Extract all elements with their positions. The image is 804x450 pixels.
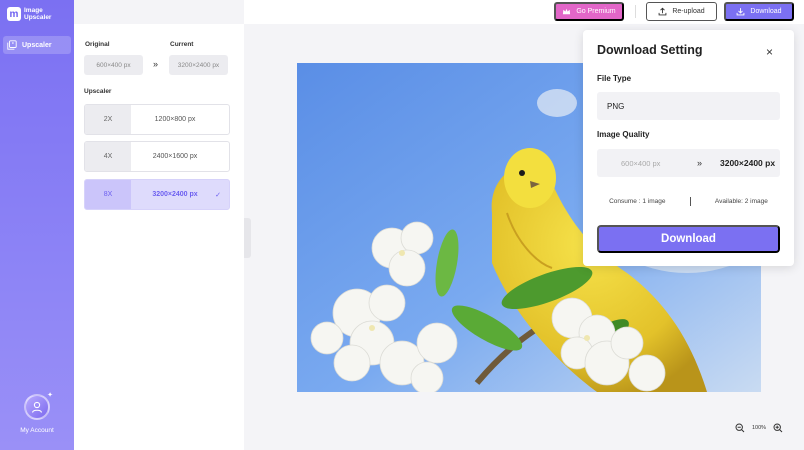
scale-option-2x[interactable]: 2X 1200×800 px <box>84 104 230 135</box>
toolbar-divider <box>635 5 636 18</box>
file-type-value: PNG <box>607 101 625 111</box>
upscale-settings-panel: Original Current 600×400 px » 3200×2400 … <box>74 24 244 450</box>
image-quality-field: 600×400 px » 3200×2400 px <box>597 149 780 177</box>
available-text: Available: 2 image <box>714 197 768 205</box>
zoom-level: 100% <box>752 425 767 431</box>
upload-icon <box>658 7 667 16</box>
app-name: Image Upscaler <box>24 7 58 21</box>
download-button[interactable]: Download <box>724 2 794 21</box>
scale-option-factor: 4X <box>85 142 131 171</box>
sidebar-item-label: Upscaler <box>22 41 52 49</box>
user-icon <box>31 401 43 413</box>
consume-text: Consume : 1 image <box>609 197 666 205</box>
download-icon <box>737 8 745 16</box>
arrows-icon: » <box>153 59 159 69</box>
sparkle-icon: ✦ <box>47 392 53 399</box>
check-icon: ✓ <box>215 191 221 199</box>
scale-option-factor: 8X <box>85 180 131 209</box>
scale-option-8x[interactable]: 8X 3200×2400 px ✓ <box>84 179 230 210</box>
current-label: Current <box>170 41 194 48</box>
brand[interactable]: m Image Upscaler <box>7 7 58 21</box>
scale-option-size: 2400×1600 px <box>152 153 198 160</box>
my-account[interactable]: ✦ My Account <box>0 392 74 434</box>
credit-divider <box>689 196 691 206</box>
crown-icon <box>563 8 571 15</box>
dialog-title: Download Setting <box>597 43 703 57</box>
my-account-label: My Account <box>20 427 54 434</box>
quality-to: 3200×2400 px <box>720 158 776 168</box>
close-icon[interactable]: × <box>766 46 773 58</box>
app-logo-icon: m <box>7 7 21 21</box>
go-premium-button[interactable]: Go Premium <box>554 2 624 21</box>
credit-usage: Consume : 1 image Available: 2 image <box>597 188 780 214</box>
zoom-in-icon[interactable] <box>773 423 783 433</box>
quality-from: 600×400 px <box>621 158 661 168</box>
download-label: Download <box>750 8 782 15</box>
scale-option-4x[interactable]: 4X 2400×1600 px <box>84 141 230 172</box>
panel-collapse-handle[interactable] <box>244 218 251 258</box>
upscaler-label: Upscaler <box>84 88 112 95</box>
confirm-download-button[interactable]: Download <box>597 225 780 253</box>
go-premium-label: Go Premium <box>576 8 616 15</box>
scale-option-size: 1200×800 px <box>154 116 196 123</box>
image-quality-label: Image Quality <box>597 130 650 139</box>
image-stack-icon <box>7 40 17 50</box>
original-label: Original <box>85 41 110 48</box>
app-name-line1: Image <box>24 7 43 14</box>
top-toolbar: Go Premium Re-upload Download <box>244 0 804 24</box>
sidebar: m Image Upscaler Upscaler ✦ My Account <box>0 0 74 450</box>
zoom-controls: 100% <box>735 423 783 433</box>
sidebar-item-upscaler[interactable]: Upscaler <box>3 36 71 54</box>
app-name-line2: Upscaler <box>24 14 52 21</box>
scale-option-factor: 2X <box>85 105 131 134</box>
current-size: 3200×2400 px <box>169 55 228 75</box>
original-size: 600×400 px <box>84 55 143 75</box>
file-type-select[interactable]: PNG <box>597 92 780 120</box>
zoom-out-icon[interactable] <box>735 423 745 433</box>
file-type-label: File Type <box>597 74 632 83</box>
re-upload-button[interactable]: Re-upload <box>646 2 717 21</box>
arrows-icon: » <box>697 158 703 168</box>
avatar[interactable]: ✦ <box>24 392 53 420</box>
download-setting-dialog: Download Setting × File Type PNG Image Q… <box>583 30 794 266</box>
re-upload-label: Re-upload <box>672 8 705 15</box>
